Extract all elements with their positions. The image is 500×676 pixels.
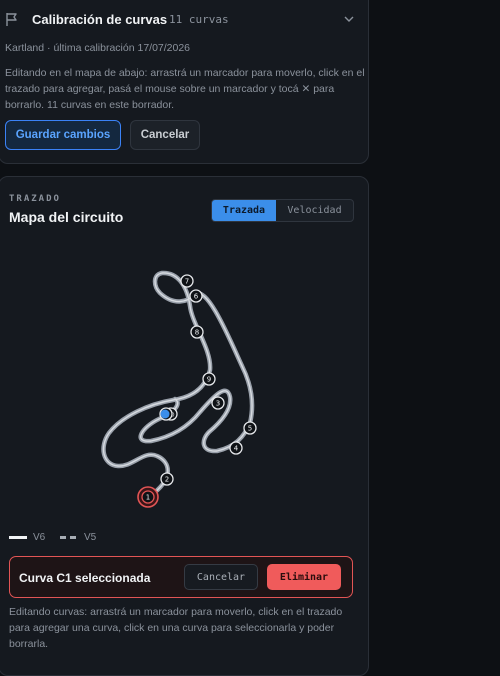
legend-item-v6: V6 (9, 532, 45, 543)
curve-marker-label: 9 (207, 376, 211, 384)
curve-marker-label: 6 (194, 293, 199, 301)
circuit-map[interactable]: 1234567891011 (0, 177, 368, 537)
selected-curve-label: Curva C1 seleccionada (19, 571, 151, 585)
delete-curve-button[interactable]: Eliminar (267, 564, 341, 590)
curve-marker-7[interactable]: 7 (180, 274, 194, 288)
circuit-map-card: TRAZADO Mapa del circuito Trazada Veloci… (0, 176, 369, 676)
current-position-indicator (160, 409, 170, 419)
curve-marker-4[interactable]: 4 (229, 441, 243, 455)
edit-help-text: Editando curvas: arrastrá un marcador pa… (9, 606, 343, 650)
track-path[interactable] (101, 270, 255, 499)
calibration-card: Calibración de curvas 11 curvas Kartland… (0, 0, 369, 164)
legend-label: V6 (33, 532, 46, 543)
curve-marker-8[interactable]: 8 (190, 325, 204, 339)
legend-item-v5: V5 (60, 532, 96, 543)
selected-curve-bar: Curva C1 seleccionada Cancelar Eliminar (9, 556, 353, 598)
calibration-subtitle: Kartland · última calibración 17/07/2026 (5, 42, 191, 54)
curve-marker-1[interactable]: 1 (137, 486, 159, 508)
curve-marker-3[interactable]: 3 (211, 396, 225, 410)
curve-marker-label: 4 (234, 445, 239, 453)
curve-marker-label: 8 (195, 329, 199, 337)
track-outline[interactable] (101, 270, 255, 499)
curve-marker-label: 1 (146, 494, 150, 502)
curve-marker-9[interactable]: 9 (202, 372, 216, 386)
legend-swatch-solid (9, 536, 27, 539)
curve-marker-6[interactable]: 6 (189, 289, 203, 303)
calibration-title: Calibración de curvas (32, 12, 168, 27)
curve-marker-label: 2 (165, 476, 169, 484)
curve-marker-label: 7 (185, 278, 189, 286)
curve-marker-label: 5 (248, 425, 252, 433)
curve-marker-2[interactable]: 2 (160, 472, 174, 486)
cancel-button[interactable]: Cancelar (130, 120, 200, 150)
legend-label: V5 (84, 532, 97, 543)
save-changes-button[interactable]: Guardar cambios (5, 120, 121, 150)
curve-count: 11 curvas (169, 13, 229, 26)
calibration-header[interactable]: Calibración de curvas 11 curvas (5, 11, 357, 31)
curve-marker-5[interactable]: 5 (243, 421, 257, 435)
calibration-help-text: Editando en el mapa de abajo: arrastrá u… (5, 67, 365, 111)
deselect-button[interactable]: Cancelar (184, 564, 258, 590)
legend-swatch-dashed (60, 536, 78, 539)
flag-icon (6, 13, 17, 26)
chevron-down-icon[interactable] (343, 14, 355, 24)
curve-marker-label: 3 (216, 400, 220, 408)
